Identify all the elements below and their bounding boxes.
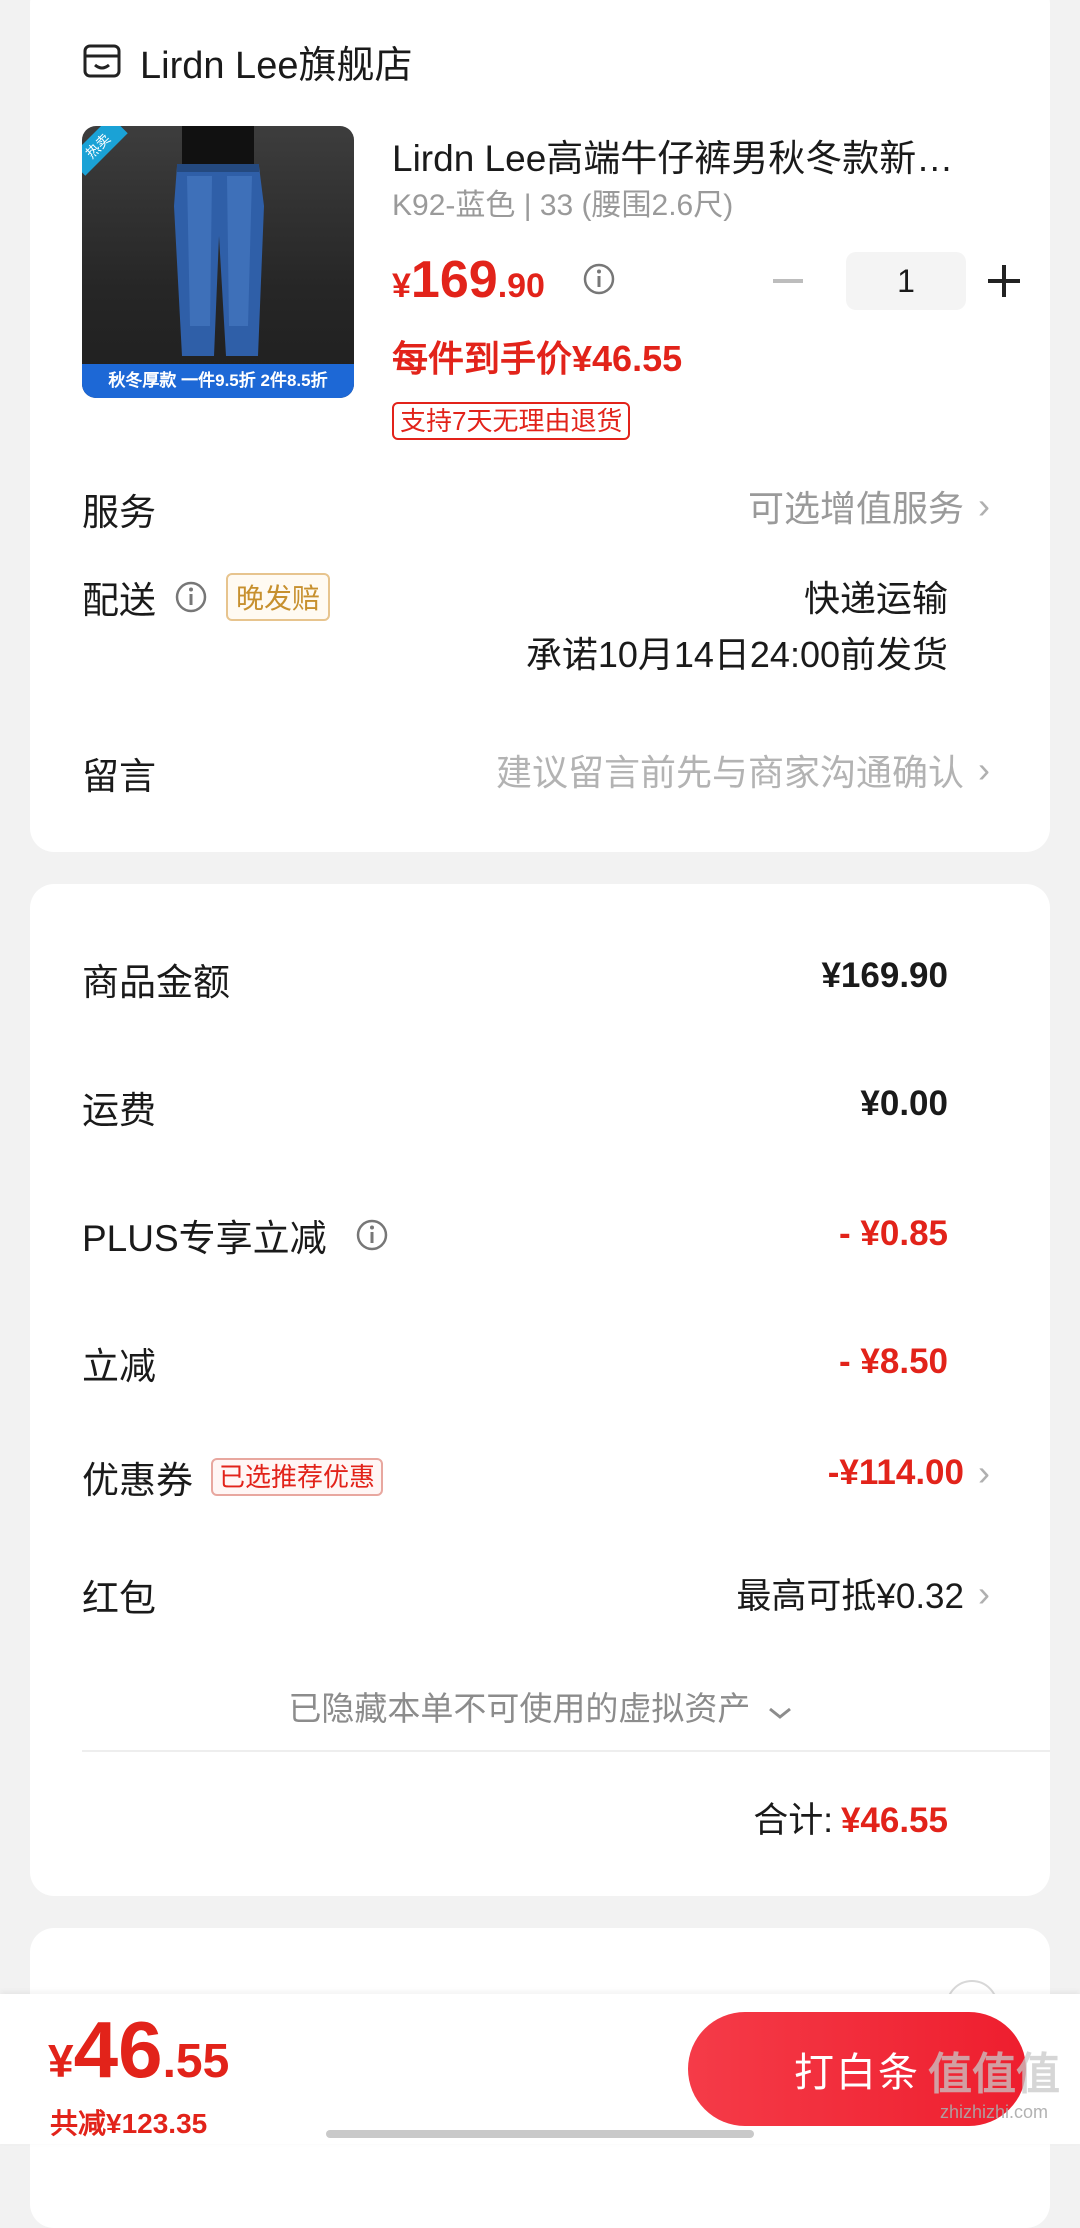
- red-packet-row[interactable]: 最高可抵¥0.32 ›: [736, 1568, 990, 1619]
- coupon-label: 优惠券: [82, 1460, 193, 1501]
- chevron-down-icon: [768, 1690, 792, 1728]
- total-saved: 共减¥123.35: [50, 2108, 208, 2139]
- coupon-label-group: 优惠券 已选推荐优惠: [82, 1450, 384, 1504]
- price-summary-card: 商品金额 ¥169.90 运费 ¥0.00 PLUS专享立减 - ¥0.85 立…: [30, 884, 1050, 1896]
- product-title[interactable]: Lirdn Lee高端牛仔裤男秋冬款新…: [392, 128, 1012, 182]
- product-image-banner: 秋冬厚款 一件9.5折 2件8.5折: [82, 364, 354, 398]
- plus-discount-label-group: PLUS专享立减: [82, 1208, 389, 1262]
- chevron-right-icon: ›: [978, 1452, 990, 1493]
- return-policy-tag: 支持7天无理由退货: [392, 402, 631, 440]
- watermark: 值值值 zhizhizhi.com: [928, 2050, 1060, 2122]
- price-info-icon[interactable]: [582, 262, 616, 296]
- service-row[interactable]: 可选增值服务 ›: [748, 480, 990, 532]
- late-compensation-badge: 晚发赔: [226, 573, 331, 621]
- total-value: ¥46.55: [840, 1801, 948, 1840]
- service-label: 服务: [82, 492, 156, 533]
- quantity-field[interactable]: 1: [846, 252, 966, 310]
- shipping-label: 运费: [82, 1090, 156, 1131]
- summary-divider: [82, 1750, 1050, 1752]
- plus-discount-value: - ¥0.85: [839, 1214, 948, 1253]
- store-icon: [82, 41, 122, 81]
- delivery-method[interactable]: 快递运输: [804, 570, 948, 622]
- coupon-row[interactable]: -¥114.00 ›: [828, 1452, 990, 1494]
- delivery-label-group: 配送 晚发赔: [82, 570, 331, 624]
- plus-discount-label: PLUS专享立减: [82, 1218, 327, 1259]
- message-label: 留言: [82, 756, 156, 797]
- red-packet-label: 红包: [82, 1578, 156, 1619]
- home-indicator: [326, 2130, 754, 2138]
- bottom-checkout-bar: ¥ 46 .55 共减¥123.35 打白条 值值值 zhizhizhi.com: [0, 1994, 1080, 2144]
- total-label: 合计:: [753, 1801, 833, 1840]
- delivery-label: 配送: [82, 580, 156, 621]
- service-value: 可选增值服务: [747, 488, 964, 529]
- order-total: 合计: ¥46.55: [753, 1792, 948, 1843]
- store-name: Lirdn Lee旗舰店: [140, 44, 413, 87]
- chevron-right-icon: ›: [978, 749, 990, 790]
- shipping-value: ¥0.00: [860, 1084, 948, 1123]
- instant-discount-label: 立减: [82, 1346, 156, 1387]
- order-item-card: Lirdn Lee旗舰店 热卖 秋冬厚款 一件9.5折 2件8.5折 Lirdn…: [30, 0, 1050, 852]
- product-spec[interactable]: K92-蓝色 | 33 (腰围2.6尺): [392, 180, 733, 224]
- plus-info-icon[interactable]: [355, 1218, 389, 1252]
- instant-discount-value: - ¥8.50: [839, 1342, 948, 1381]
- goods-amount-label: 商品金额: [82, 962, 230, 1003]
- product-price: ¥ 169 .90: [392, 251, 545, 309]
- hidden-assets-toggle[interactable]: 已隐藏本单不可使用的虚拟资产: [30, 1682, 1050, 1730]
- final-unit-price: 每件到手价¥46.55: [392, 338, 683, 379]
- plus-icon[interactable]: [982, 252, 1026, 310]
- coupon-value: -¥114.00: [827, 1453, 964, 1492]
- coupon-tag: 已选推荐优惠: [211, 1458, 384, 1496]
- delivery-promise: 承诺10月14日24:00前发货: [525, 634, 948, 675]
- quantity-stepper: 1: [760, 252, 1022, 310]
- goods-amount-value: ¥169.90: [821, 956, 948, 995]
- minus-icon[interactable]: [766, 252, 810, 310]
- chevron-right-icon: ›: [978, 485, 990, 526]
- red-packet-value: 最高可抵¥0.32: [736, 1577, 964, 1616]
- message-placeholder: 建议留言前先与商家沟通确认: [495, 752, 964, 793]
- payable-price: ¥ 46 .55: [48, 2005, 230, 2094]
- message-input[interactable]: 建议留言前先与商家沟通确认 ›: [496, 744, 990, 796]
- delivery-info-icon[interactable]: [174, 580, 208, 614]
- product-image[interactable]: 热卖 秋冬厚款 一件9.5折 2件8.5折: [82, 126, 354, 398]
- store-header[interactable]: Lirdn Lee旗舰店: [82, 28, 412, 94]
- chevron-right-icon: ›: [978, 1572, 990, 1614]
